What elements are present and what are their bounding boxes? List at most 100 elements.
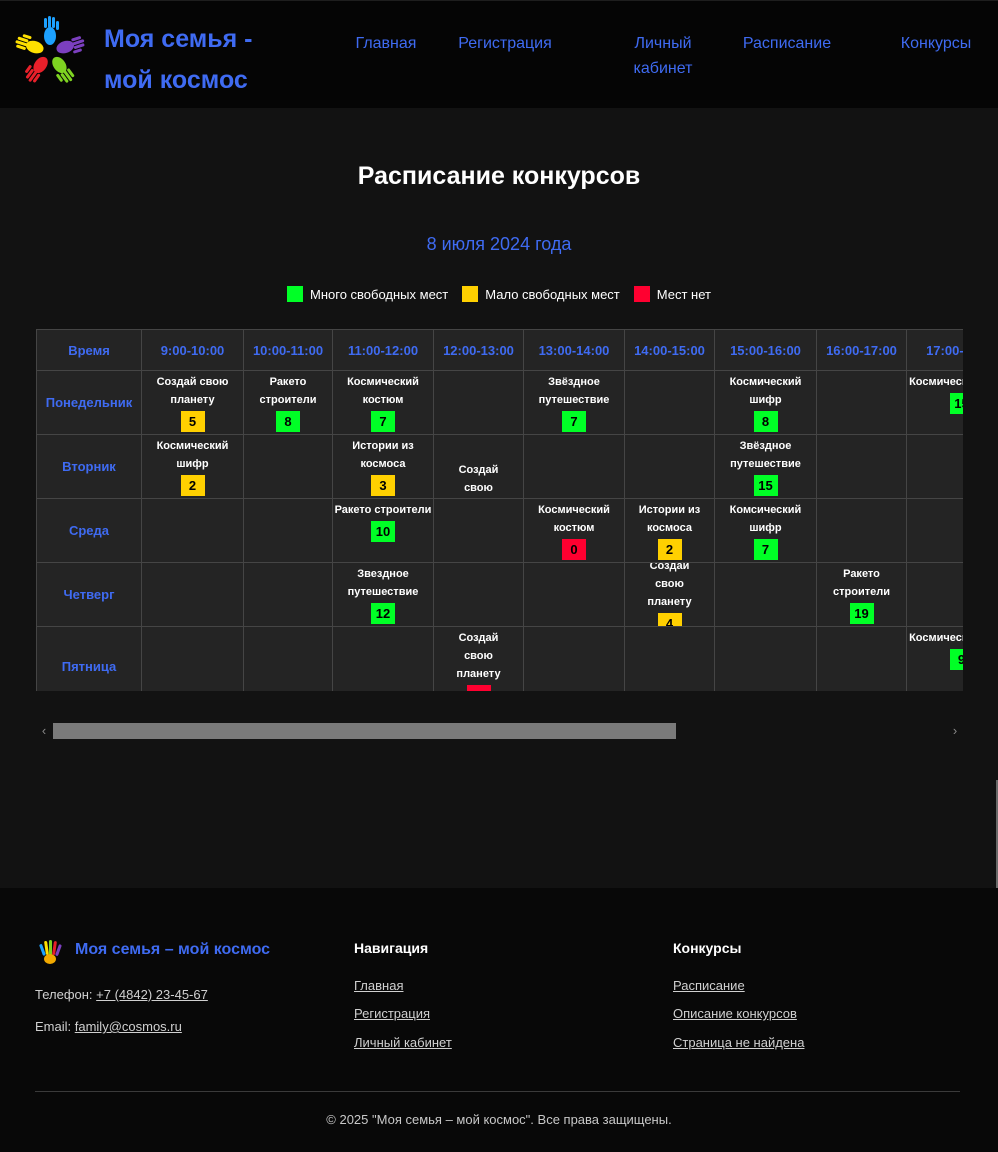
site-footer: Моя семья – мой космос Телефон: +7 (4842… bbox=[0, 888, 998, 1152]
column-header: 14:00-15:00 bbox=[624, 329, 715, 371]
table-scrollbar[interactable]: ‹ › bbox=[36, 722, 963, 740]
row-header-day: Пятница bbox=[36, 626, 142, 691]
contest-cell[interactable]: Создай свою планету 5 bbox=[141, 370, 244, 435]
contest-cell[interactable]: Ракето строители 10 bbox=[332, 498, 434, 563]
contest-cell[interactable]: Истории из космоса 2 bbox=[624, 498, 715, 563]
scroll-right-icon[interactable]: › bbox=[949, 722, 961, 740]
legend-label: Много свободных мест bbox=[310, 286, 449, 302]
table-header-row: Время 9:00-10:00 10:00-11:00 11:00-12:00… bbox=[36, 329, 963, 371]
footer-brand: Моя семья – мой космос bbox=[75, 941, 271, 958]
contest-cell[interactable]: Космический костюм 0 bbox=[523, 498, 625, 563]
nav-schedule[interactable]: Расписание bbox=[730, 31, 844, 56]
contest-name: Звездное путешествие bbox=[347, 568, 419, 598]
contest-cell[interactable]: Звездное путешествие 12 bbox=[332, 562, 434, 627]
contest-cell[interactable]: Ракето строители 8 bbox=[243, 370, 333, 435]
nav-registration[interactable]: Регистрация bbox=[448, 31, 562, 56]
footer-link-home[interactable]: Главная bbox=[354, 978, 403, 993]
legend-item-few: Мало свободных мест bbox=[462, 286, 620, 302]
empty-cell bbox=[714, 562, 817, 627]
contest-name: Космический костюм bbox=[538, 504, 610, 534]
footer-link-not-found[interactable]: Страница не найдена bbox=[673, 1035, 804, 1050]
seats-badge: 12 bbox=[371, 603, 395, 624]
column-header: 9:00-10:00 bbox=[141, 329, 244, 371]
contest-cell[interactable]: Космическая кухня 15 bbox=[906, 370, 963, 435]
footer-link-schedule[interactable]: Расписание bbox=[673, 978, 745, 993]
table-row-thursday: Четверг Звездное путешествие 12 Создай св… bbox=[36, 562, 963, 627]
contest-name: Космическая кухня bbox=[909, 632, 963, 644]
table-row-friday: Пятница Создай свою планету 0 Космическая… bbox=[36, 626, 963, 691]
footer-link-descriptions[interactable]: Описание конкурсов bbox=[673, 1006, 797, 1021]
copyright: © 2025 "Моя семья – мой космос". Все пра… bbox=[326, 1112, 672, 1127]
footer-email: Email: family@cosmos.ru bbox=[35, 1019, 182, 1034]
empty-cell bbox=[523, 434, 625, 499]
seats-badge: 2 bbox=[180, 475, 205, 496]
scroll-left-icon[interactable]: ‹ bbox=[38, 722, 50, 740]
phone-link[interactable]: +7 (4842) 23-45-67 bbox=[96, 987, 208, 1002]
schedule-date: 8 июля 2024 года bbox=[426, 234, 572, 254]
empty-cell bbox=[816, 370, 907, 435]
contest-cell[interactable]: Космический шифр 2 bbox=[141, 434, 244, 499]
seats-badge: 19 bbox=[849, 603, 874, 624]
brand-line-1[interactable]: Моя семья - bbox=[104, 25, 253, 53]
row-header-day: Понедельник bbox=[36, 370, 142, 435]
footer-link-account[interactable]: Личный кабинет bbox=[354, 1035, 452, 1050]
seats-badge: 0 bbox=[562, 539, 586, 560]
scrollbar-thumb[interactable] bbox=[53, 723, 676, 739]
legend-swatch-yellow bbox=[462, 286, 479, 302]
contest-name: Космический шифр bbox=[156, 440, 229, 470]
seats-badge: 7 bbox=[562, 411, 586, 432]
contest-cell[interactable]: Создай свою планету10 bbox=[433, 434, 524, 499]
schedule-table-container[interactable]: Время 9:00-10:00 10:00-11:00 11:00-12:00… bbox=[36, 329, 963, 691]
hands-logo-icon[interactable] bbox=[14, 15, 86, 89]
nav-home[interactable]: Главная bbox=[346, 31, 426, 56]
seats-badge: 0 bbox=[466, 685, 491, 691]
email-link[interactable]: family@cosmos.ru bbox=[75, 1019, 182, 1034]
empty-cell bbox=[816, 498, 907, 563]
legend-swatch-red bbox=[633, 286, 650, 302]
contest-cell[interactable]: Космическая кухня 9 bbox=[906, 626, 963, 691]
seats-badge: 10 bbox=[371, 521, 395, 542]
seats-badge: 9 bbox=[949, 649, 963, 670]
contest-cell[interactable]: Создай свою планету 4 bbox=[624, 562, 715, 627]
nav-account[interactable]: Личный кабинет bbox=[612, 31, 714, 81]
row-header-day: Вторник bbox=[36, 434, 142, 499]
footer-nav-title: Навигация bbox=[354, 940, 429, 956]
seats-badge: 7 bbox=[371, 411, 395, 432]
contest-cell[interactable]: Звёздное путешествие 15 bbox=[714, 434, 817, 499]
contest-name: Создай свою планету bbox=[647, 562, 692, 609]
contest-cell[interactable]: Ракето строители 19 bbox=[816, 562, 907, 627]
contest-cell[interactable]: Космический шифр 8 bbox=[714, 370, 817, 435]
empty-cell bbox=[906, 434, 963, 499]
empty-cell bbox=[523, 562, 625, 627]
seats-badge: 8 bbox=[753, 411, 778, 432]
contest-cell[interactable]: Комсический шифр 7 bbox=[714, 498, 817, 563]
contest-name: Создай свою планету bbox=[156, 376, 229, 406]
brand-line-2[interactable]: мой космос bbox=[104, 66, 248, 94]
empty-cell bbox=[433, 562, 524, 627]
empty-cell bbox=[141, 626, 244, 691]
empty-cell bbox=[243, 434, 333, 499]
seats-badge: 5 bbox=[180, 411, 205, 432]
site-brand[interactable]: Моя семья - мой космос bbox=[104, 19, 284, 101]
column-header: 10:00-11:00 bbox=[243, 329, 333, 371]
footer-link-registration[interactable]: Регистрация bbox=[354, 1006, 430, 1021]
legend-swatch-green bbox=[287, 286, 303, 302]
contest-cell[interactable]: Звёздное путешествие 7 bbox=[523, 370, 625, 435]
contest-name: Комсический шифр bbox=[729, 504, 802, 534]
empty-cell bbox=[816, 626, 907, 691]
empty-cell bbox=[906, 498, 963, 563]
column-header: 16:00-17:00 bbox=[816, 329, 907, 371]
contest-name: Создай свою планету bbox=[458, 464, 499, 494]
empty-cell bbox=[141, 498, 244, 563]
contest-cell[interactable]: Создай свою планету 0 bbox=[433, 626, 524, 691]
empty-cell bbox=[714, 626, 817, 691]
table-row-monday: Понедельник Создай свою планету 5 Ракето … bbox=[36, 370, 963, 435]
empty-cell bbox=[243, 498, 333, 563]
contest-name: Космический костюм bbox=[347, 376, 419, 406]
empty-cell bbox=[433, 498, 524, 563]
table-row-wednesday: Среда Ракето строители 10 Космический кос… bbox=[36, 498, 963, 563]
seats-badge: 4 bbox=[657, 613, 682, 626]
contest-cell[interactable]: Истории из космоса 3 bbox=[332, 434, 434, 499]
nav-contests[interactable]: Конкурсы bbox=[886, 31, 986, 56]
contest-cell[interactable]: Космический костюм 7 bbox=[332, 370, 434, 435]
